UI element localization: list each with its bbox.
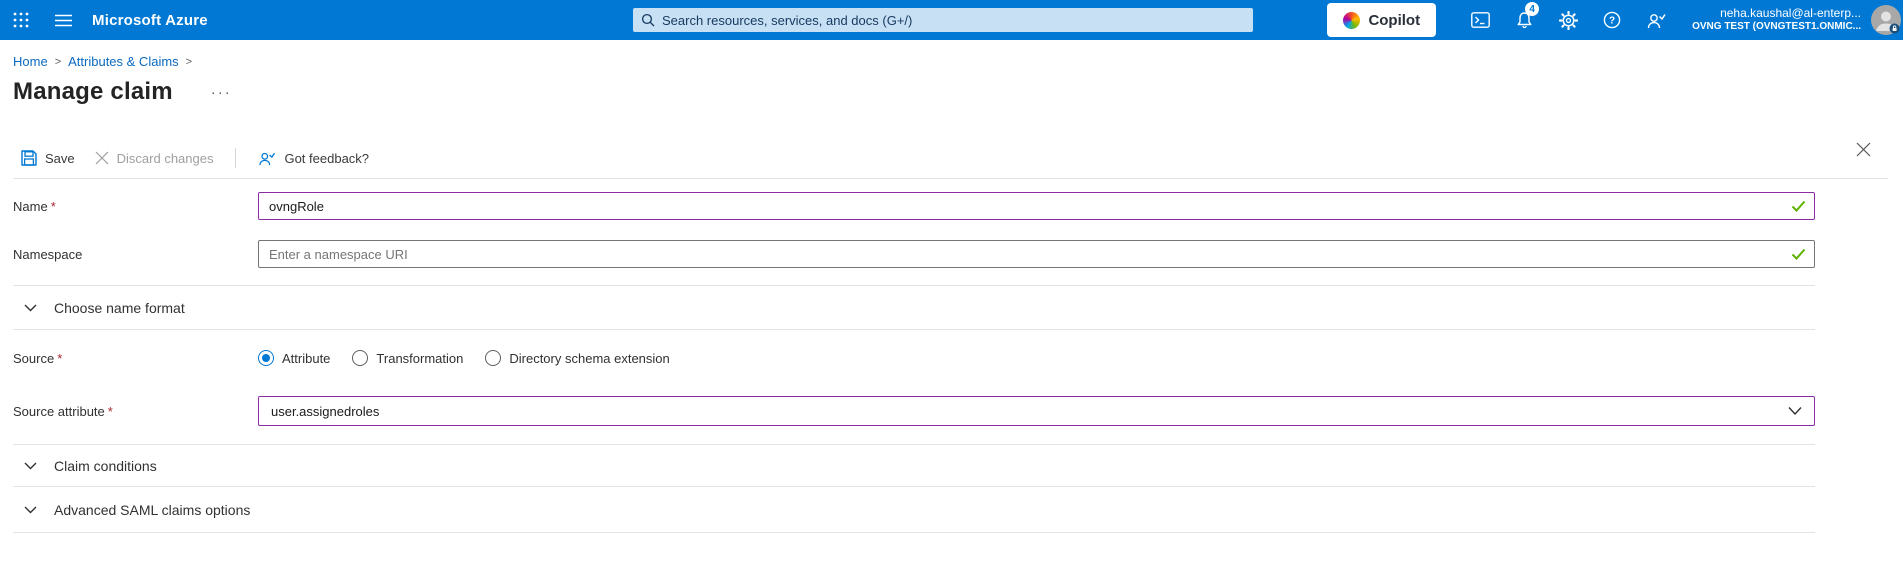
- account-info[interactable]: neha.kaushal@al-enterp... OVNG TEST (OVN…: [1692, 6, 1861, 33]
- menu-icon[interactable]: [42, 0, 84, 40]
- notification-badge: 4: [1525, 2, 1540, 16]
- account-tenant: OVNG TEST (OVNGTEST1.ONMIC...: [1692, 21, 1861, 33]
- namespace-input[interactable]: [258, 240, 1815, 268]
- search-icon: [641, 13, 655, 27]
- section-label: Claim conditions: [54, 457, 157, 474]
- dropdown-value: user.assignedroles: [271, 403, 380, 419]
- save-label: Save: [45, 150, 75, 166]
- radio-attribute[interactable]: Attribute: [258, 350, 330, 366]
- search-input[interactable]: [662, 12, 1245, 28]
- name-field-row: Name *: [13, 192, 1815, 220]
- app-launcher-icon[interactable]: [0, 0, 42, 40]
- settings-icon[interactable]: [1546, 0, 1590, 40]
- radio-icon: [485, 350, 502, 366]
- source-attribute-dropdown[interactable]: user.assignedroles: [258, 396, 1815, 426]
- copilot-label: Copilot: [1368, 11, 1421, 29]
- chevron-down-icon: [24, 462, 37, 469]
- source-label: Source *: [13, 350, 63, 366]
- section-choose-name-format[interactable]: Choose name format: [13, 286, 1815, 330]
- radio-selected-icon: [258, 350, 274, 366]
- section-label: Choose name format: [54, 299, 185, 316]
- close-icon[interactable]: [1856, 142, 1871, 160]
- toolbar-separator: [235, 148, 237, 168]
- discard-icon: [95, 151, 109, 165]
- chevron-down-icon: [24, 506, 37, 513]
- valid-check-icon: [1791, 200, 1806, 212]
- discard-label: Discard changes: [116, 150, 214, 166]
- feedback-icon[interactable]: [1634, 0, 1678, 40]
- section-claim-conditions[interactable]: Claim conditions: [13, 445, 1815, 487]
- source-field-row: Source * Attribute Transformation Directo…: [13, 343, 1815, 373]
- main-content: Home > Attributes & Claims > Manage clai…: [0, 54, 1903, 533]
- source-radio-group: Attribute Transformation Directory schem…: [258, 350, 1815, 366]
- save-icon: [21, 150, 37, 166]
- avatar[interactable]: [1871, 5, 1901, 35]
- top-bar: Microsoft Azure Copilot 4: [0, 0, 1903, 40]
- global-search[interactable]: [633, 8, 1253, 32]
- chevron-down-icon: [1788, 407, 1802, 416]
- radio-icon: [352, 350, 369, 366]
- more-options-button[interactable]: ···: [211, 84, 232, 101]
- copilot-button[interactable]: Copilot: [1327, 3, 1437, 37]
- chevron-down-icon: [24, 304, 37, 311]
- save-button[interactable]: Save: [13, 146, 83, 170]
- copilot-icon: [1343, 11, 1361, 29]
- valid-check-icon: [1791, 248, 1806, 260]
- breadcrumb-attributes-claims[interactable]: Attributes & Claims: [68, 54, 179, 69]
- section-advanced-saml-claims-options[interactable]: Advanced SAML claims options: [13, 487, 1815, 533]
- name-label: Name *: [13, 198, 56, 214]
- feedback-label: Got feedback?: [284, 150, 370, 166]
- azure-brand[interactable]: Microsoft Azure: [92, 12, 208, 29]
- claim-form: Name* Namespace: [13, 192, 1815, 533]
- breadcrumb-separator: >: [185, 55, 193, 68]
- breadcrumb-home[interactable]: Home: [13, 54, 48, 69]
- svg-text:?: ?: [1609, 16, 1615, 27]
- account-email: neha.kaushal@al-enterp...: [1720, 6, 1861, 21]
- page-title: Manage claim: [13, 78, 173, 105]
- source-attribute-field-row: Source attribute * user.assignedroles: [13, 396, 1815, 426]
- topbar-actions: Copilot 4 ? neha.kaushal@al-enterp... OV…: [1327, 0, 1903, 40]
- required-asterisk: *: [57, 350, 63, 366]
- required-asterisk: *: [50, 198, 56, 214]
- source-attribute-label: Source attribute *: [13, 403, 113, 419]
- name-input[interactable]: [258, 192, 1815, 220]
- breadcrumb: Home > Attributes & Claims >: [13, 54, 1903, 69]
- feedback-button[interactable]: Got feedback?: [250, 147, 377, 170]
- command-bar: Save Discard changes Got feedback?: [13, 146, 1888, 179]
- required-asterisk: *: [107, 403, 113, 419]
- notifications-icon[interactable]: 4: [1502, 0, 1546, 40]
- radio-directory-schema-extension[interactable]: Directory schema extension: [485, 350, 670, 366]
- breadcrumb-separator: >: [54, 55, 62, 68]
- section-label: Advanced SAML claims options: [54, 501, 251, 518]
- feedback-person-icon: [259, 152, 276, 165]
- namespace-field-row: Namespace: [13, 240, 1815, 268]
- title-row: Manage claim ···: [13, 78, 1903, 106]
- namespace-label: Namespace: [13, 246, 83, 262]
- cloud-shell-icon[interactable]: [1458, 0, 1502, 40]
- discard-changes-button[interactable]: Discard changes: [87, 147, 222, 170]
- help-icon[interactable]: ?: [1590, 0, 1634, 40]
- radio-transformation[interactable]: Transformation: [352, 350, 463, 366]
